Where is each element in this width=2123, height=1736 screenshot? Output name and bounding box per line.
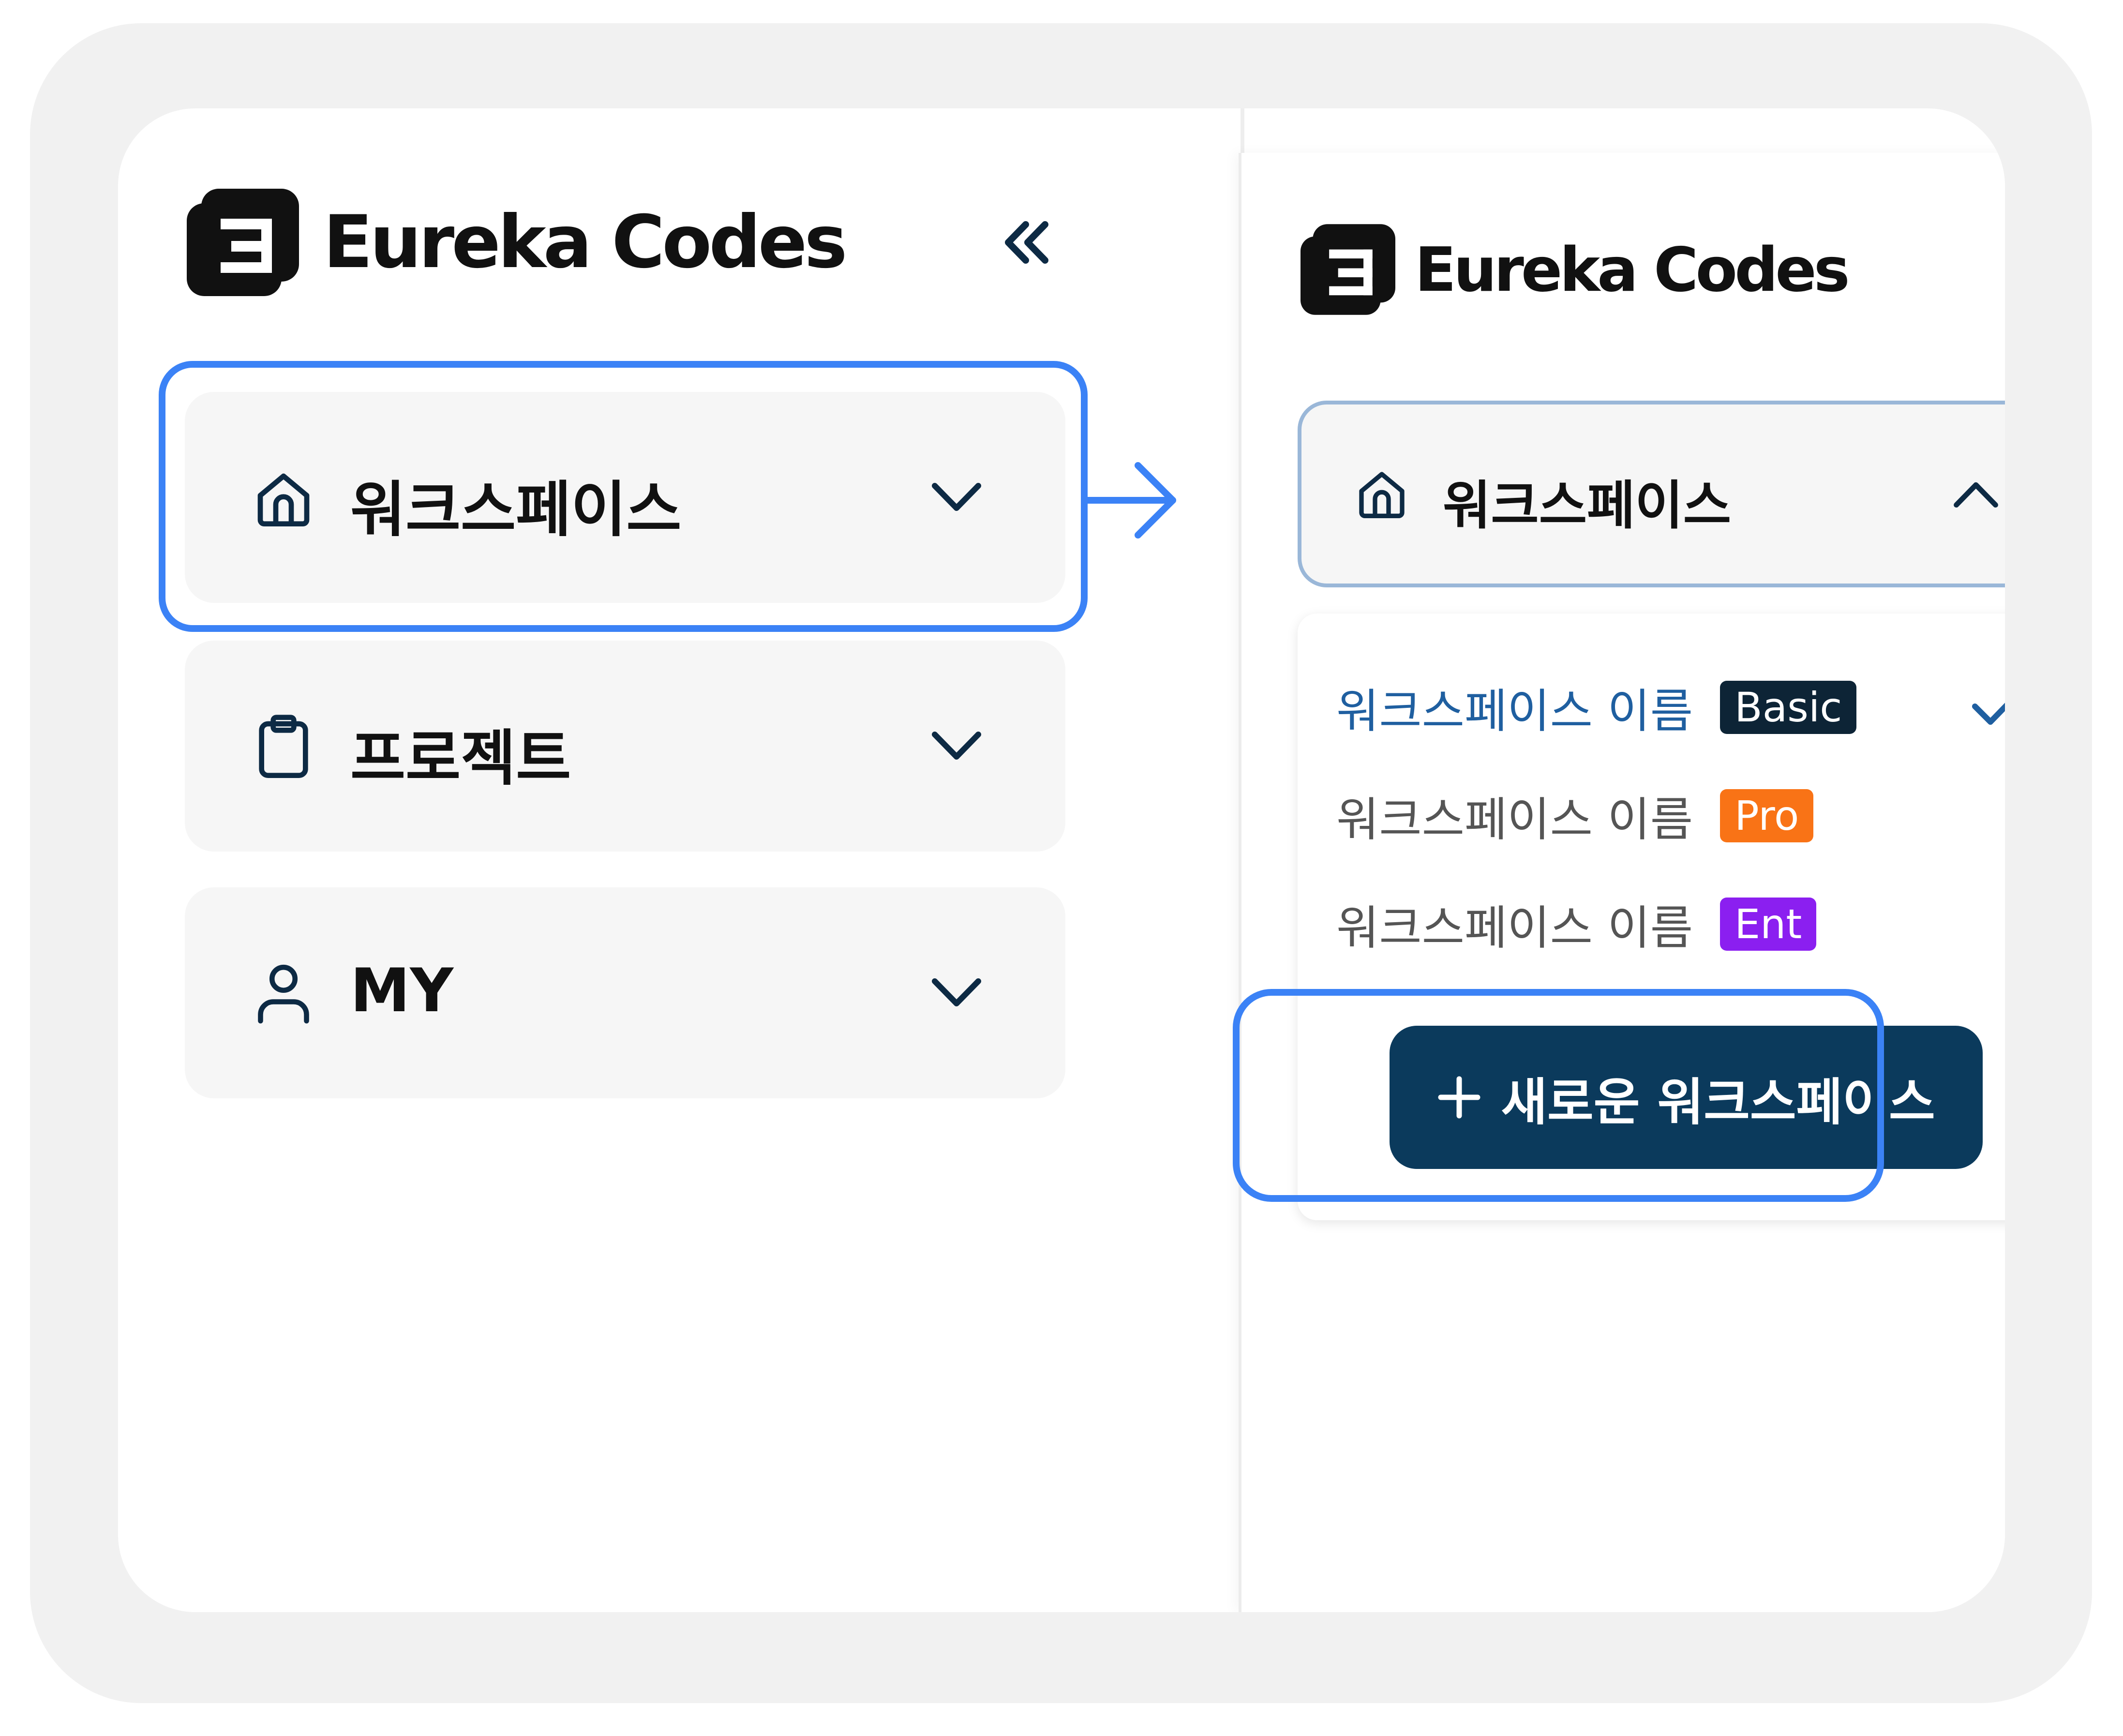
plan-badge-basic: Basic bbox=[1720, 680, 1857, 734]
chevron-down-icon bbox=[932, 978, 981, 1006]
brand-name: Eureka Codes bbox=[323, 200, 848, 284]
brand-logo: Eureka Codes bbox=[187, 189, 848, 296]
brand-logo: Eureka Codes bbox=[1301, 224, 1850, 315]
plus-icon bbox=[1438, 1076, 1480, 1119]
check-icon bbox=[1972, 703, 2005, 725]
new-workspace-label: 새로운 워크스페이스 bbox=[1501, 1072, 1935, 1132]
chevron-down-icon bbox=[932, 483, 981, 511]
logo-mark-icon bbox=[1301, 224, 1395, 315]
sidebar-item-label: 프로젝트 bbox=[350, 724, 571, 793]
chevron-down-icon bbox=[932, 732, 981, 760]
workspace-dropdown-trigger[interactable]: 워크스페이스 bbox=[1298, 401, 2005, 587]
workspace-option-ent[interactable]: 워크스페이스 이름 Ent bbox=[1336, 890, 1817, 958]
workspace-option-basic[interactable]: 워크스페이스 이름 Basic bbox=[1336, 673, 1857, 741]
home-icon bbox=[257, 473, 310, 526]
brand-name: Eureka Codes bbox=[1415, 234, 1850, 305]
sidebar-item-project[interactable]: 프로젝트 bbox=[185, 641, 1065, 852]
sidebar-item-workspace[interactable]: 워크스페이스 bbox=[185, 392, 1065, 603]
double-chevron-left-icon[interactable] bbox=[1002, 221, 1050, 264]
sidebar-item-label: 워크스페이스 bbox=[350, 475, 682, 545]
sidebar-item-label: MY bbox=[350, 956, 454, 1026]
arrow-right-icon bbox=[1086, 462, 1176, 539]
home-icon bbox=[1359, 472, 1405, 518]
workspace-label: 워크스페이스 bbox=[1443, 476, 1732, 536]
workspace-option-pro[interactable]: 워크스페이스 이름 Pro bbox=[1336, 782, 1814, 849]
plan-badge-pro: Pro bbox=[1720, 789, 1814, 842]
plan-badge-ent: Ent bbox=[1720, 897, 1817, 951]
comparison-card: Eureka Codes 워크스페이스 프로젝트 MY Eureka Codes… bbox=[118, 108, 2005, 1612]
logo-mark-icon bbox=[187, 189, 299, 296]
chevron-up-icon bbox=[1954, 482, 1998, 508]
workspace-dropdown-menu: 워크스페이스 이름 Basic 워크스페이스 이름 Pro 워크스페이스 이름 … bbox=[1298, 614, 2005, 1220]
sidebar-item-my[interactable]: MY bbox=[185, 887, 1065, 1098]
right-sidebar: Eureka Codes 워크스페이스 워크스페이스 이름 Basic 워크스페… bbox=[1239, 153, 2005, 1612]
workspace-option-name: 워크스페이스 이름 bbox=[1336, 793, 1693, 847]
new-workspace-button[interactable]: 새로운 워크스페이스 bbox=[1390, 1026, 1983, 1169]
workspace-option-name: 워크스페이스 이름 bbox=[1336, 901, 1693, 955]
user-icon bbox=[258, 964, 309, 1024]
workspace-option-name: 워크스페이스 이름 bbox=[1336, 684, 1693, 738]
clipboard-icon bbox=[259, 715, 308, 778]
